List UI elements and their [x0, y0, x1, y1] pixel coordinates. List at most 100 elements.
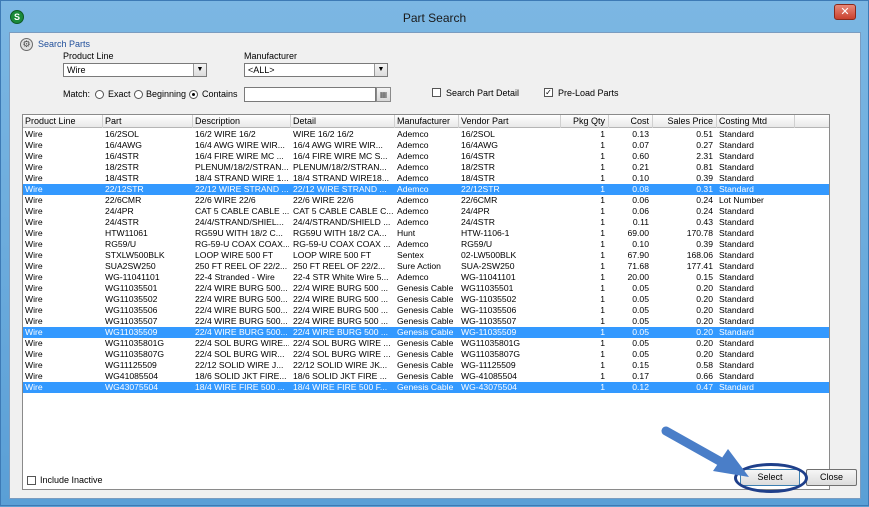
search-part-detail-checkbox[interactable]	[432, 88, 441, 97]
table-cell: 1	[600, 217, 605, 227]
table-cell: 0.39	[696, 239, 713, 249]
table-row[interactable]: Wire 22/12STR 22/12 WIRE STRAND ... 22/12 W…	[23, 184, 829, 195]
table-cell: 18/6 SOLID JKT FIRE...	[195, 371, 287, 381]
table-row[interactable]: Wire STXLW500BLK LOOP WIRE 500 FT LOOP WIRE…	[23, 250, 829, 261]
table-cell: WG-11035506	[461, 305, 517, 315]
table-row[interactable]: Wire WG43075504 18/4 WIRE FIRE 500 ... 18/4…	[23, 382, 829, 393]
table-cell: 0.05	[632, 316, 649, 326]
manufacturer-select[interactable]: <ALL> ▼	[244, 63, 388, 77]
table-cell: 20.00	[627, 272, 649, 282]
column-header[interactable]: Product Line	[23, 115, 103, 128]
column-header[interactable]: Manufacturer	[395, 115, 459, 128]
table-row[interactable]: Wire WG11125509 22/12 SOLID WIRE J... 22/12…	[23, 360, 829, 371]
column-header[interactable]: Detail	[291, 115, 395, 128]
chevron-down-icon[interactable]: ▼	[374, 64, 387, 76]
table-row[interactable]: Wire 16/4AWG 16/4 AWG WIRE WIR... 16/4 AWG …	[23, 140, 829, 151]
table-row[interactable]: Wire RG59/U RG-59-U COAX COAX... RG-59-U CO…	[23, 239, 829, 250]
table-cell: 1	[600, 327, 605, 337]
table-cell: Wire	[25, 283, 43, 293]
table-cell: Standard	[719, 250, 754, 260]
table-row[interactable]: Wire 18/4STR 18/4 STRAND WIRE 1... 18/4 STR…	[23, 173, 829, 184]
table-cell: Standard	[719, 305, 754, 315]
grid-header: Product Line Part Description Detail Man…	[23, 115, 829, 128]
table-cell: Standard	[719, 294, 754, 304]
table-cell: 0.27	[696, 140, 713, 150]
table-cell: WG-41085504	[461, 371, 517, 381]
table-cell: 24/4/STRAND/SHIELD ...	[293, 217, 391, 227]
search-parts-gear-icon: ⚙	[20, 38, 33, 51]
table-row[interactable]: Wire WG41085504 18/6 SOLID JKT FIRE... 18/6…	[23, 371, 829, 382]
search-lookup-icon[interactable]: ▦	[376, 87, 391, 102]
table-cell: 24/4/STRAND/SHIEL...	[195, 217, 284, 227]
table-row[interactable]: Wire WG11035509 22/4 WIRE BURG 500... 22/4 …	[23, 327, 829, 338]
table-row[interactable]: Wire WG11035502 22/4 WIRE BURG 500... 22/4 …	[23, 294, 829, 305]
product-line-select[interactable]: Wire ▼	[63, 63, 207, 77]
table-row[interactable]: Wire WG11035507 22/4 WIRE BURG 500... 22/4 …	[23, 316, 829, 327]
table-cell: 16/4 FIRE WIRE MC ...	[195, 151, 284, 161]
table-cell: 22/12STR	[461, 184, 500, 194]
table-cell: Genesis Cable	[397, 371, 454, 381]
match-exact-label: Exact	[108, 89, 131, 99]
table-cell: Standard	[719, 283, 754, 293]
match-exact-radio[interactable]	[95, 90, 104, 99]
table-cell: Standard	[719, 360, 754, 370]
table-row[interactable]: Wire WG-11041101 22-4 Stranded - Wire 22-4 …	[23, 272, 829, 283]
table-cell: Standard	[719, 184, 754, 194]
column-header[interactable]: Part	[103, 115, 193, 128]
match-contains-radio[interactable]	[189, 90, 198, 99]
table-cell: 0.06	[632, 195, 649, 205]
dialog-body: ⚙ Search Parts Product Line Wire ▼ Manuf…	[9, 32, 861, 499]
table-row[interactable]: Wire HTW11061 RG59U WITH 18/2 C... RG59U WI…	[23, 228, 829, 239]
table-cell: Ademco	[397, 173, 429, 183]
table-cell: 0.05	[632, 283, 649, 293]
table-row[interactable]: Wire WG11035506 22/4 WIRE BURG 500... 22/4 …	[23, 305, 829, 316]
close-button[interactable]: Close	[806, 469, 857, 486]
table-cell: Ademco	[397, 272, 429, 282]
table-cell: HTW-1106-1	[461, 228, 510, 238]
table-cell: 0.60	[632, 151, 649, 161]
table-row[interactable]: Wire 24/4PR CAT 5 CABLE CABLE ... CAT 5 CAB…	[23, 206, 829, 217]
table-row[interactable]: Wire WG11035807G 22/4 SOL BURG WIR... 22/4 …	[23, 349, 829, 360]
column-header[interactable]: Cost	[609, 115, 653, 128]
table-cell: Ademco	[397, 206, 429, 216]
column-header[interactable]: Description	[193, 115, 291, 128]
table-cell: 16/4 AWG WIRE WIR...	[195, 140, 285, 150]
table-row[interactable]: Wire 18/2STR PLENUM/18/2/STRAN... PLENUM/18…	[23, 162, 829, 173]
table-cell: 1	[600, 272, 605, 282]
table-row[interactable]: Wire 16/4STR 16/4 FIRE WIRE MC ... 16/4 FIR…	[23, 151, 829, 162]
include-inactive-checkbox[interactable]	[27, 476, 36, 485]
table-cell: WIRE 16/2 16/2	[293, 129, 354, 139]
parts-grid[interactable]: Product Line Part Description Detail Man…	[22, 114, 830, 490]
column-header[interactable]: Sales Price	[653, 115, 717, 128]
column-header[interactable]: Costing Mtd	[717, 115, 795, 128]
match-beginning-radio[interactable]	[134, 90, 143, 99]
search-input[interactable]	[244, 87, 376, 102]
table-row[interactable]: Wire 24/4STR 24/4/STRAND/SHIEL... 24/4/STRA…	[23, 217, 829, 228]
table-cell: WG-11125509	[461, 360, 516, 370]
table-row[interactable]: Wire WG11035801G 22/4 SOL BURG WIRE... 22/4…	[23, 338, 829, 349]
table-cell: Genesis Cable	[397, 316, 454, 326]
window-close-button[interactable]: ✕	[834, 4, 856, 20]
preload-parts-checkbox[interactable]: ✓	[544, 88, 553, 97]
table-cell: 22/4 WIRE BURG 500 ...	[293, 283, 389, 293]
table-cell: 18/6 SOLID JKT FIRE ...	[293, 371, 387, 381]
column-header[interactable]: Vendor Part	[459, 115, 561, 128]
table-cell: Wire	[25, 250, 43, 260]
match-label: Match:	[63, 89, 91, 99]
table-cell: 0.81	[696, 162, 713, 172]
table-cell: 22/6 WIRE 22/6	[293, 195, 354, 205]
title-bar[interactable]: S Part Search ✕	[1, 1, 868, 32]
table-cell: WG11035509	[105, 327, 158, 337]
table-cell: Wire	[25, 294, 43, 304]
table-cell: Wire	[25, 272, 43, 282]
table-cell: Genesis Cable	[397, 382, 454, 392]
product-line-label: Product Line	[63, 51, 114, 61]
table-cell: Wire	[25, 261, 43, 271]
chevron-down-icon[interactable]: ▼	[193, 64, 206, 76]
table-row[interactable]: Wire WG11035501 22/4 WIRE BURG 500... 22/4 …	[23, 283, 829, 294]
column-header[interactable]: Pkg Qty	[561, 115, 609, 128]
table-row[interactable]: Wire 16/2SOL 16/2 WIRE 16/2 WIRE 16/2 16/2 A…	[23, 129, 829, 140]
table-row[interactable]: Wire SUA2SW250 250 FT REEL OF 22/2... 250 F…	[23, 261, 829, 272]
table-cell: Standard	[719, 382, 754, 392]
table-row[interactable]: Wire 22/6CMR 22/6 WIRE 22/6 22/6 WIRE 22/6 A…	[23, 195, 829, 206]
